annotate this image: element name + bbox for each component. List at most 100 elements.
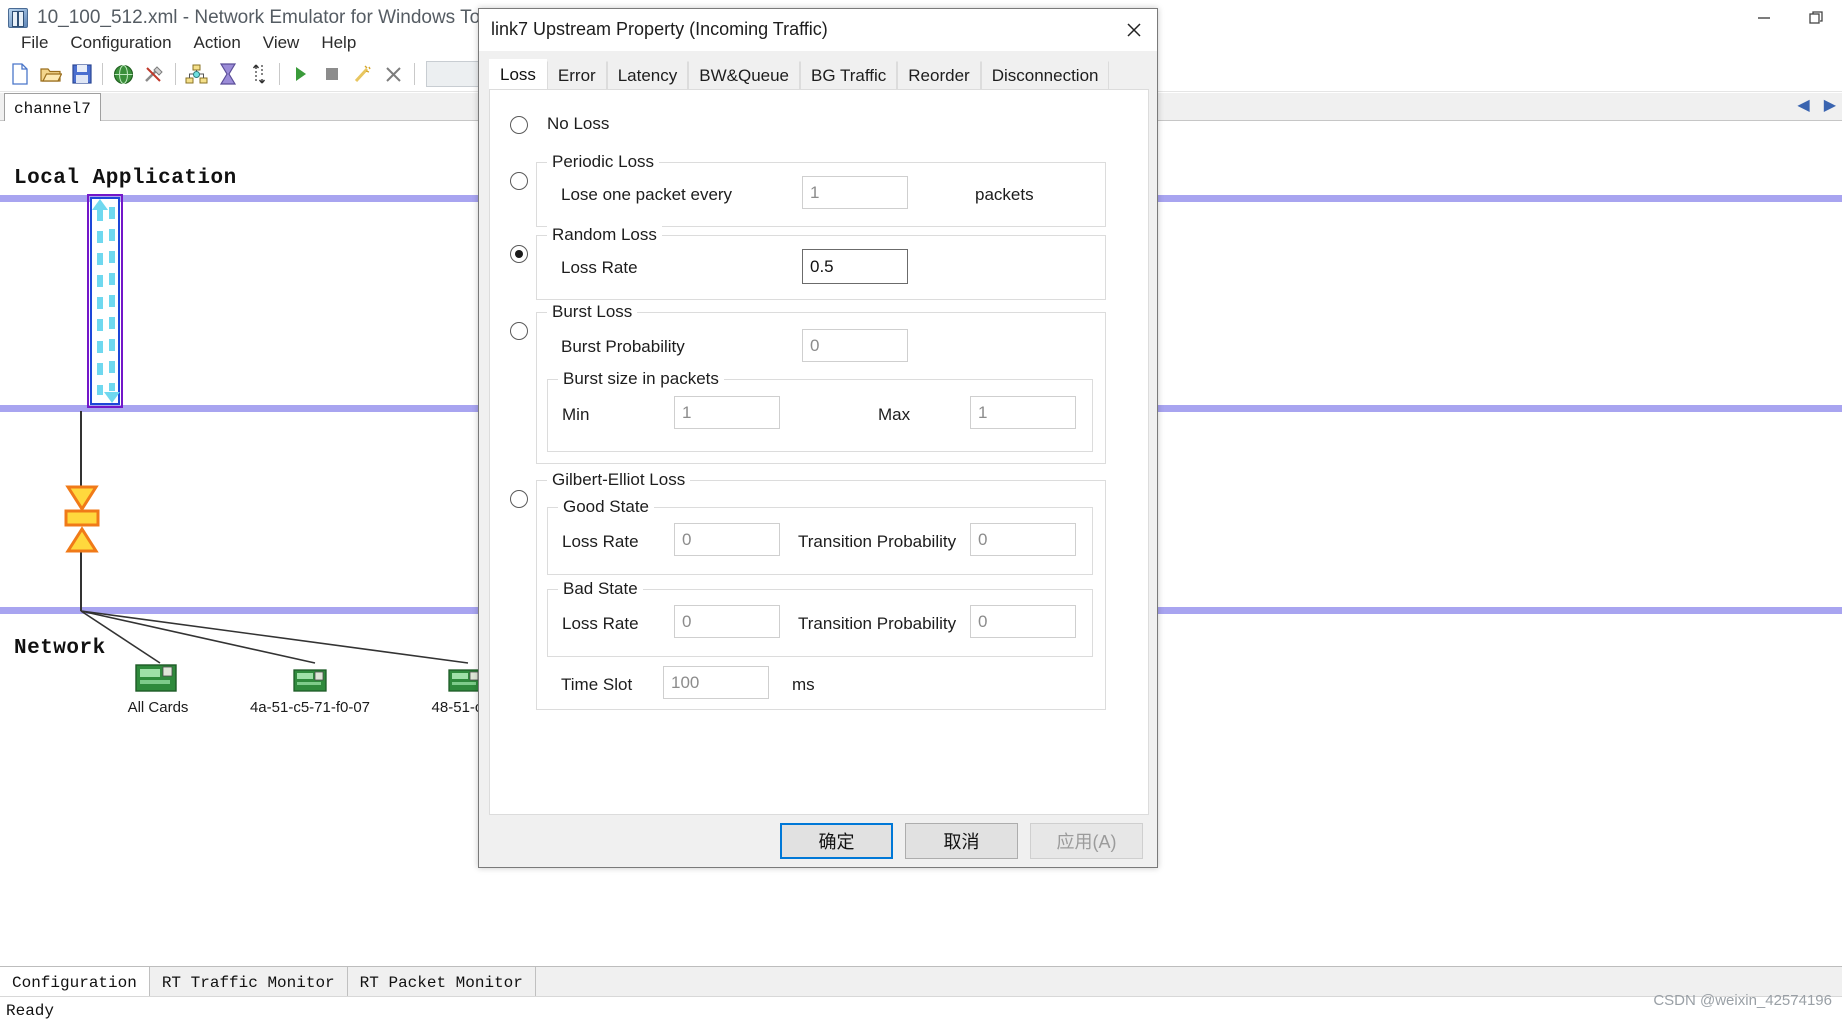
- dialog-tabstrip: Loss Error Latency BW&Queue BG Traffic R…: [489, 59, 1149, 90]
- statusbar: Ready: [0, 996, 1842, 1024]
- link-property-dialog: link7 Upstream Property (Incoming Traffi…: [478, 8, 1158, 868]
- network-card-icon[interactable]: [448, 667, 482, 698]
- label-lose-one-packet-every: Lose one packet every: [561, 185, 733, 204]
- save-disk-icon[interactable]: [66, 59, 97, 89]
- group-gilbert-elliot-loss: Gilbert-Elliot Loss Good State Loss Rate…: [536, 470, 1106, 710]
- radio-periodic-loss[interactable]: [510, 172, 528, 190]
- dialog-footer: 确定 取消 应用(A): [479, 815, 1157, 867]
- input-time-slot[interactable]: 100: [663, 666, 769, 699]
- label-burst-min: Min: [562, 405, 590, 424]
- group-random-loss: Random Loss Loss Rate 0.5: [536, 225, 1106, 300]
- watermark-text: CSDN @weixin_42574196: [1653, 992, 1832, 1009]
- label-good-loss-rate: Loss Rate: [562, 532, 639, 551]
- input-burst-min[interactable]: 1: [674, 396, 780, 429]
- chevron-right-icon[interactable]: ▶: [1824, 95, 1836, 115]
- chevron-left-icon[interactable]: ◀: [1797, 95, 1809, 115]
- wizard-icon[interactable]: [347, 59, 378, 89]
- input-burst-probability[interactable]: 0: [802, 329, 908, 362]
- menu-view[interactable]: View: [252, 32, 311, 54]
- screen-root: 10_100_512.xml - Network Emulator for Wi…: [0, 0, 1842, 1024]
- group-title-good-state: Good State: [558, 497, 655, 517]
- label-packets-unit: packets: [975, 185, 1034, 204]
- network-card-icon[interactable]: [135, 661, 177, 698]
- tools-icon[interactable]: [139, 59, 170, 89]
- toolbar-separator: [414, 63, 415, 85]
- ok-button[interactable]: 确定: [780, 823, 893, 859]
- dialog-title: link7 Upstream Property (Incoming Traffi…: [491, 19, 828, 39]
- menu-file[interactable]: File: [10, 32, 59, 54]
- group-burst-size-in-packets: Burst size in packets Min 1 Max 1: [547, 369, 1093, 452]
- toolbar-separator: [102, 63, 103, 85]
- radio-burst-loss[interactable]: [510, 322, 528, 340]
- label-no-loss: No Loss: [547, 114, 610, 133]
- cancel-button[interactable]: 取消: [905, 823, 1018, 859]
- label-good-transition-probability: Transition Probability: [798, 532, 957, 551]
- dialog-titlebar: link7 Upstream Property (Incoming Traffi…: [479, 9, 1157, 51]
- link-pipe-selection-outline: [87, 194, 123, 408]
- label-loss-rate: Loss Rate: [561, 258, 638, 277]
- new-document-icon[interactable]: [4, 59, 35, 89]
- network-card-label: All Cards: [127, 699, 189, 716]
- tab-rt-packet-monitor[interactable]: RT Packet Monitor: [347, 967, 536, 996]
- tab-error[interactable]: Error: [546, 61, 607, 90]
- group-good-state: Good State Loss Rate 0 Transition Probab…: [547, 497, 1093, 575]
- stop-icon[interactable]: [316, 59, 347, 89]
- app-icon: [8, 8, 28, 28]
- close-icon[interactable]: [1111, 9, 1157, 51]
- label-time-slot: Time Slot: [561, 675, 633, 694]
- radio-no-loss[interactable]: [510, 116, 528, 134]
- tab-configuration[interactable]: Configuration: [0, 967, 150, 996]
- toolbar-separator: [175, 63, 176, 85]
- network-card-label: 4a-51-c5-71-f0-07: [249, 699, 371, 716]
- window-title: 10_100_512.xml - Network Emulator for Wi…: [37, 7, 514, 28]
- label-burst-probability: Burst Probability: [561, 337, 685, 356]
- toolbar-separator: [279, 63, 280, 85]
- link-flow-up-arrow: [92, 199, 108, 210]
- input-periodic-interval[interactable]: 1: [802, 176, 908, 209]
- hourglass-icon[interactable]: [212, 59, 243, 89]
- tab-channel7[interactable]: channel7: [4, 93, 101, 121]
- network-topology-icon[interactable]: [181, 59, 212, 89]
- tab-bw-queue[interactable]: BW&Queue: [688, 61, 801, 90]
- group-bad-state: Bad State Loss Rate 0 Transition Probabi…: [547, 579, 1093, 657]
- tab-disconnection[interactable]: Disconnection: [980, 61, 1110, 90]
- tab-latency[interactable]: Latency: [606, 61, 689, 90]
- group-periodic-loss: Periodic Loss Lose one packet every 1 pa…: [536, 152, 1106, 227]
- loss-tab-panel: No Loss Periodic Loss Lose one packet ev…: [489, 89, 1149, 815]
- input-random-loss-rate[interactable]: 0.5: [802, 249, 908, 284]
- globe-icon[interactable]: [108, 59, 139, 89]
- label-bad-transition-probability: Transition Probability: [798, 614, 957, 633]
- input-bad-loss-rate[interactable]: 0: [674, 605, 780, 638]
- label-burst-max: Max: [878, 405, 911, 424]
- group-title-random-loss: Random Loss: [547, 225, 662, 245]
- input-good-loss-rate[interactable]: 0: [674, 523, 780, 556]
- radio-random-loss[interactable]: [510, 245, 528, 263]
- link-node-hourglass-icon[interactable]: [62, 483, 102, 560]
- link-flow-down-arrow: [104, 392, 120, 403]
- menu-action[interactable]: Action: [183, 32, 252, 54]
- menu-configuration[interactable]: Configuration: [59, 32, 182, 54]
- menu-help[interactable]: Help: [310, 32, 367, 54]
- radio-gilbert-elliot-loss[interactable]: [510, 490, 528, 508]
- tabstrip-scroll-arrows: ◀ ▶: [1797, 95, 1836, 115]
- tab-rt-traffic-monitor[interactable]: RT Traffic Monitor: [149, 967, 348, 996]
- run-play-icon[interactable]: [285, 59, 316, 89]
- input-good-transition-probability[interactable]: 0: [970, 523, 1076, 556]
- delete-x-icon[interactable]: [378, 59, 409, 89]
- link-flow-down-dashes: [109, 207, 115, 391]
- tab-reorder[interactable]: Reorder: [897, 61, 981, 90]
- wire-upper: [80, 411, 82, 491]
- updown-arrows-icon[interactable]: [243, 59, 274, 89]
- status-text: Ready: [6, 1001, 55, 1020]
- input-burst-max[interactable]: 1: [970, 396, 1076, 429]
- bottom-tabstrip: Configuration RT Traffic Monitor RT Pack…: [0, 966, 1842, 996]
- apply-button[interactable]: 应用(A): [1030, 823, 1143, 859]
- tab-loss[interactable]: Loss: [489, 59, 547, 90]
- open-folder-icon[interactable]: [35, 59, 66, 89]
- group-burst-loss: Burst Loss Burst Probability 0 Burst siz…: [536, 302, 1106, 464]
- group-title-periodic-loss: Periodic Loss: [547, 152, 660, 172]
- tab-bg-traffic[interactable]: BG Traffic: [800, 61, 898, 90]
- network-card-icon[interactable]: [293, 667, 327, 698]
- input-bad-transition-probability[interactable]: 0: [970, 605, 1076, 638]
- label-bad-loss-rate: Loss Rate: [562, 614, 639, 633]
